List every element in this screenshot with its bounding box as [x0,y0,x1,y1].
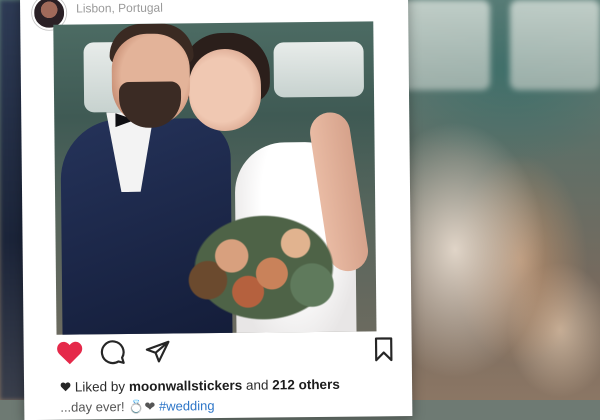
caption-text: ...day ever! [60,399,125,415]
comment-icon[interactable] [100,339,126,365]
liked-by-conjunction: and [245,377,269,393]
background-bus-window [395,0,490,90]
send-icon[interactable] [144,339,172,365]
bride-head [188,48,262,132]
heart-icon[interactable] [56,339,84,365]
post-actions [56,336,396,370]
others-count-link[interactable]: 212 others [272,377,340,393]
bus-window [273,41,365,98]
likes-line: Liked by moonwallstickers and 212 others [60,377,340,395]
post-caption: ...day ever! 💍❤ #wedding [60,398,214,416]
hashtag-link[interactable]: #wedding [159,398,215,414]
liked-by-username[interactable]: moonwallstickers [129,378,242,394]
bookmark-icon[interactable] [374,336,394,362]
caption-emoji: 💍❤ [128,398,156,414]
small-heart-icon [60,382,71,392]
instagram-post-card: Lisbon, Portugal Liked by moonwallsticke… [19,0,413,420]
post-location[interactable]: Lisbon, Portugal [76,1,163,16]
liked-by-prefix: Liked by [74,379,126,395]
background-bus-window [510,0,600,90]
post-photo[interactable] [53,21,377,335]
